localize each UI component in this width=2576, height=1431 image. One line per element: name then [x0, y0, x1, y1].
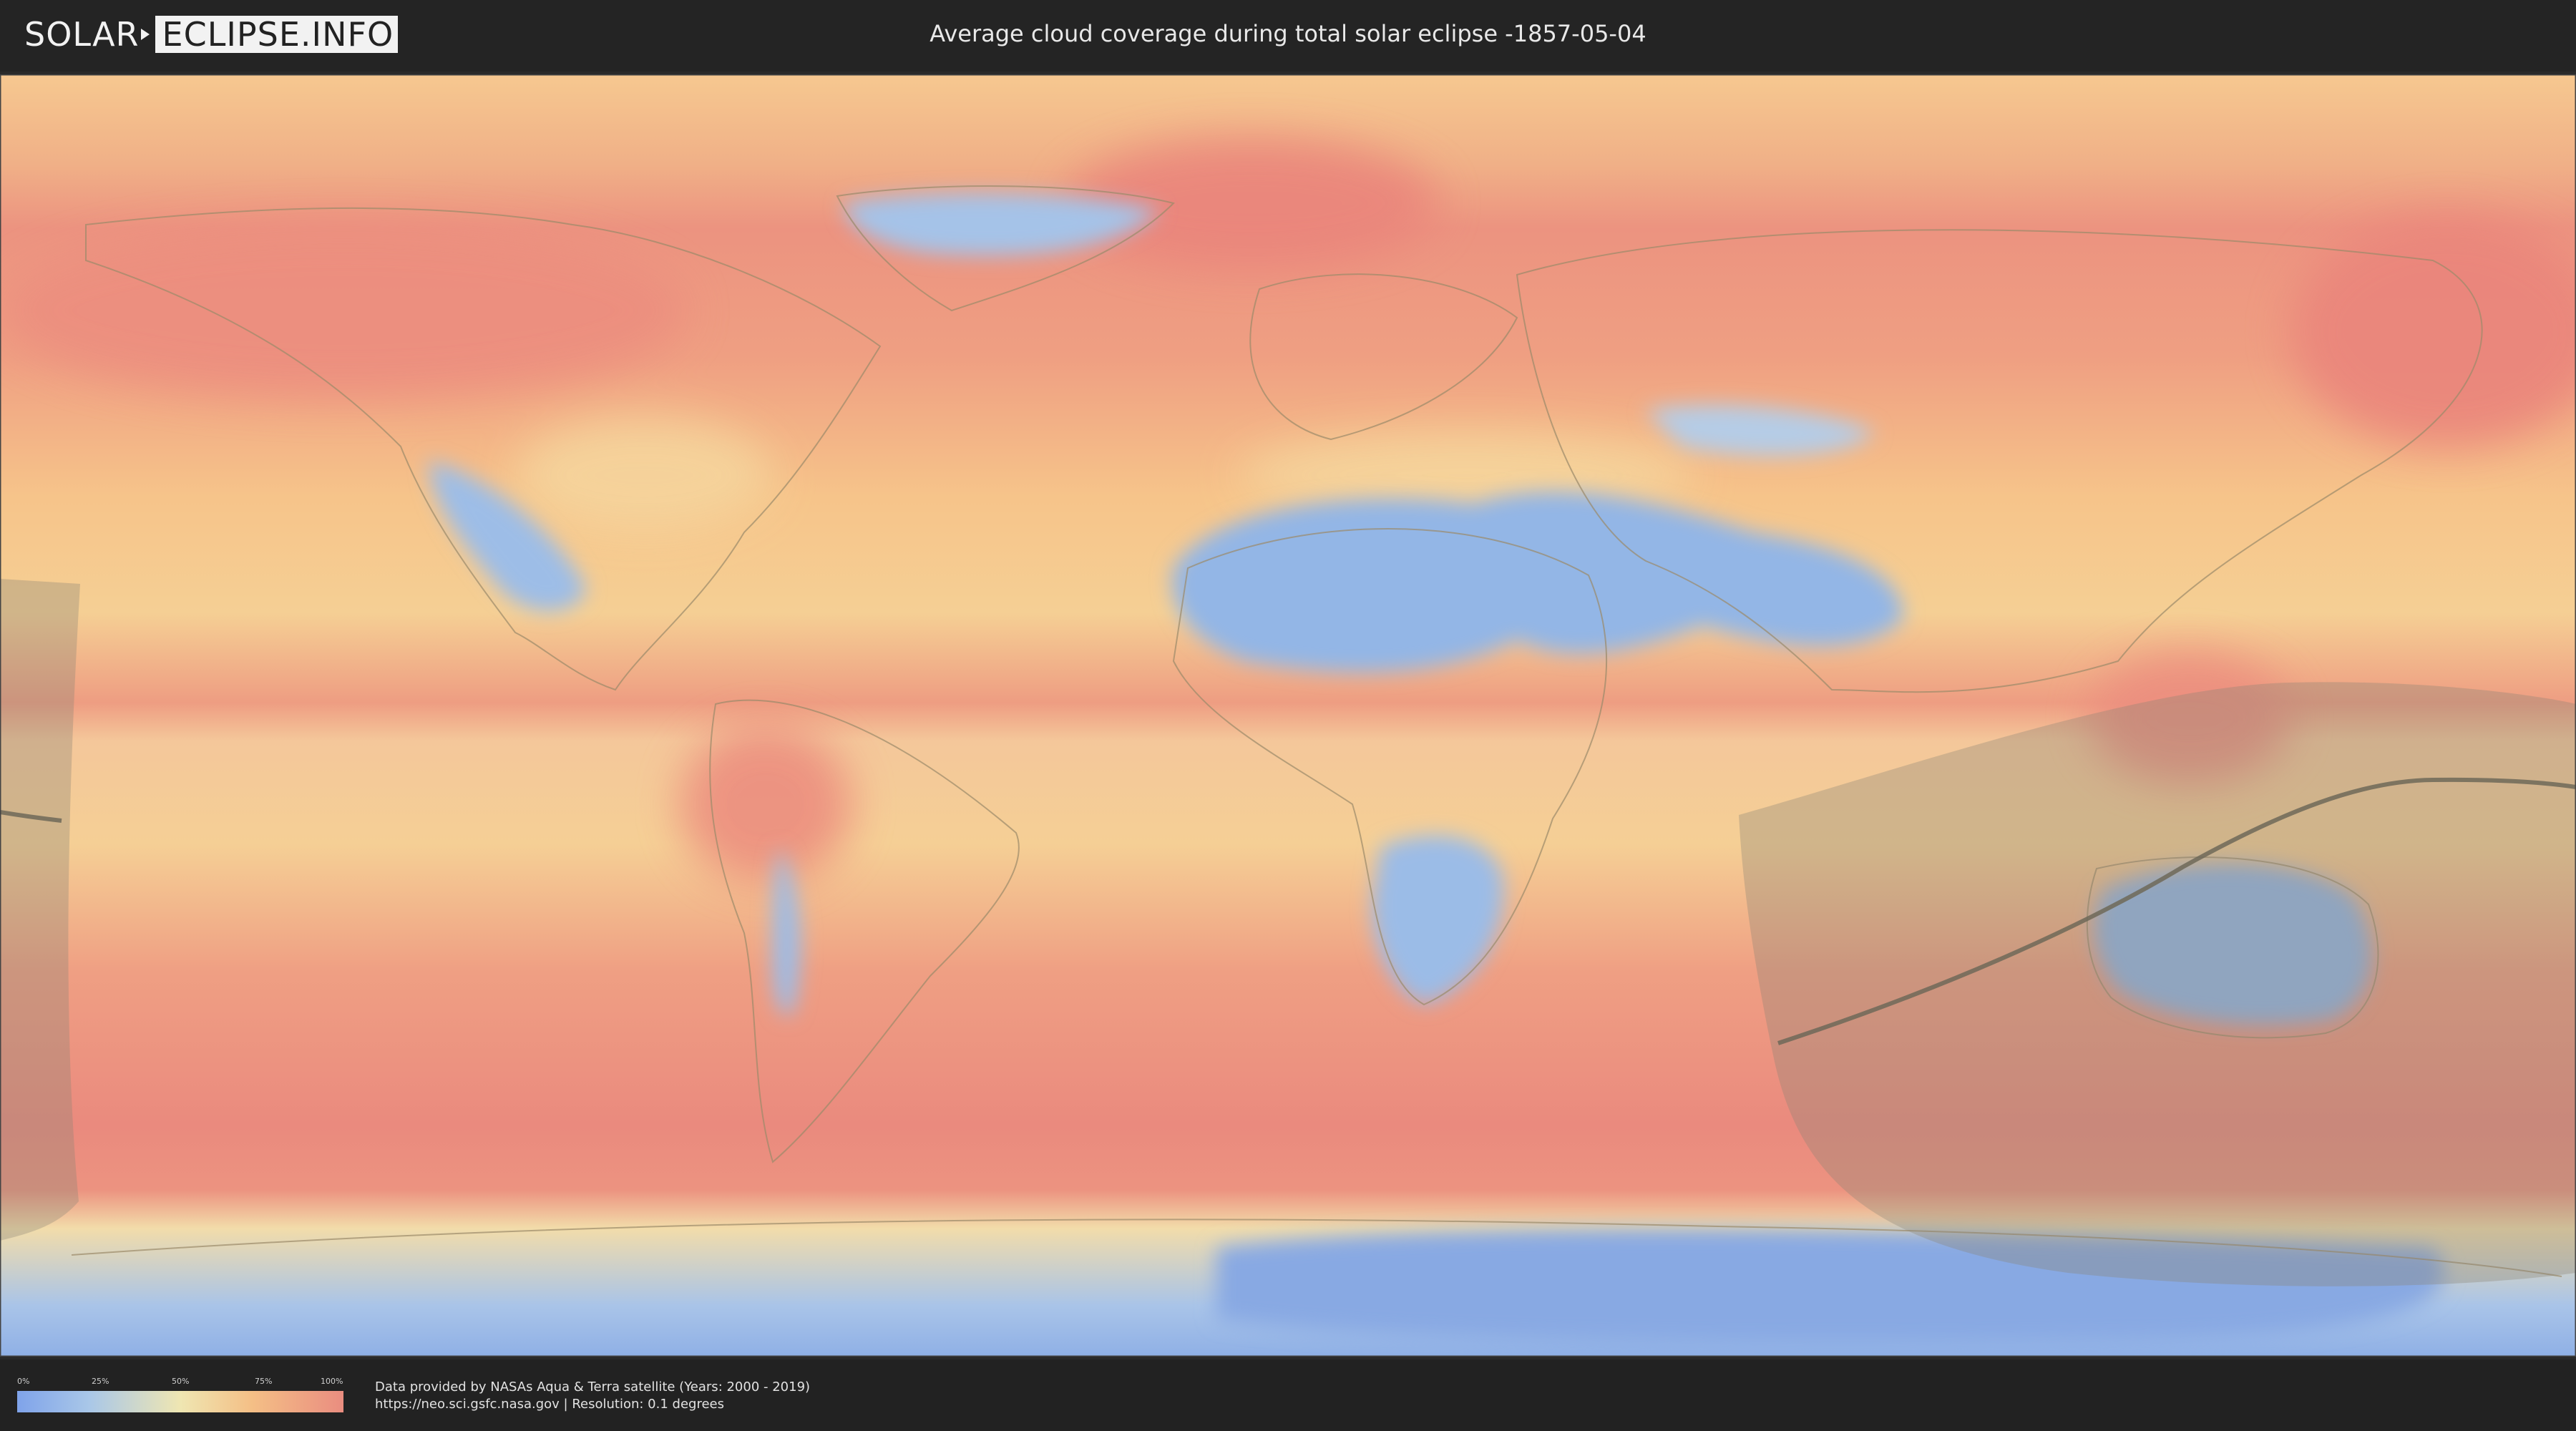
cloud-coverage-map [0, 74, 2576, 1357]
legend-tick-75: 75% [255, 1377, 273, 1386]
legend-color-bar [17, 1391, 343, 1412]
legend-tick-0: 0% [17, 1377, 30, 1386]
legend-tick-100: 100% [321, 1377, 343, 1386]
penumbra-zone-left [0, 579, 80, 1241]
legend-ticks: 0% 25% 50% 75% 100% [17, 1377, 343, 1387]
header-bar: SOLAR ECLIPSE.INFO Average cloud coverag… [0, 0, 2576, 72]
legend-tick-25: 25% [92, 1377, 109, 1386]
footer-bar [0, 1359, 2576, 1431]
data-source-link[interactable]: https://neo.sci.gsfc.nasa.gov | Resoluti… [375, 1397, 724, 1412]
data-credit: Data provided by NASAs Aqua & Terra sate… [375, 1379, 811, 1395]
legend-tick-50: 50% [172, 1377, 190, 1386]
page-title: Average cloud coverage during total sola… [930, 20, 1646, 47]
